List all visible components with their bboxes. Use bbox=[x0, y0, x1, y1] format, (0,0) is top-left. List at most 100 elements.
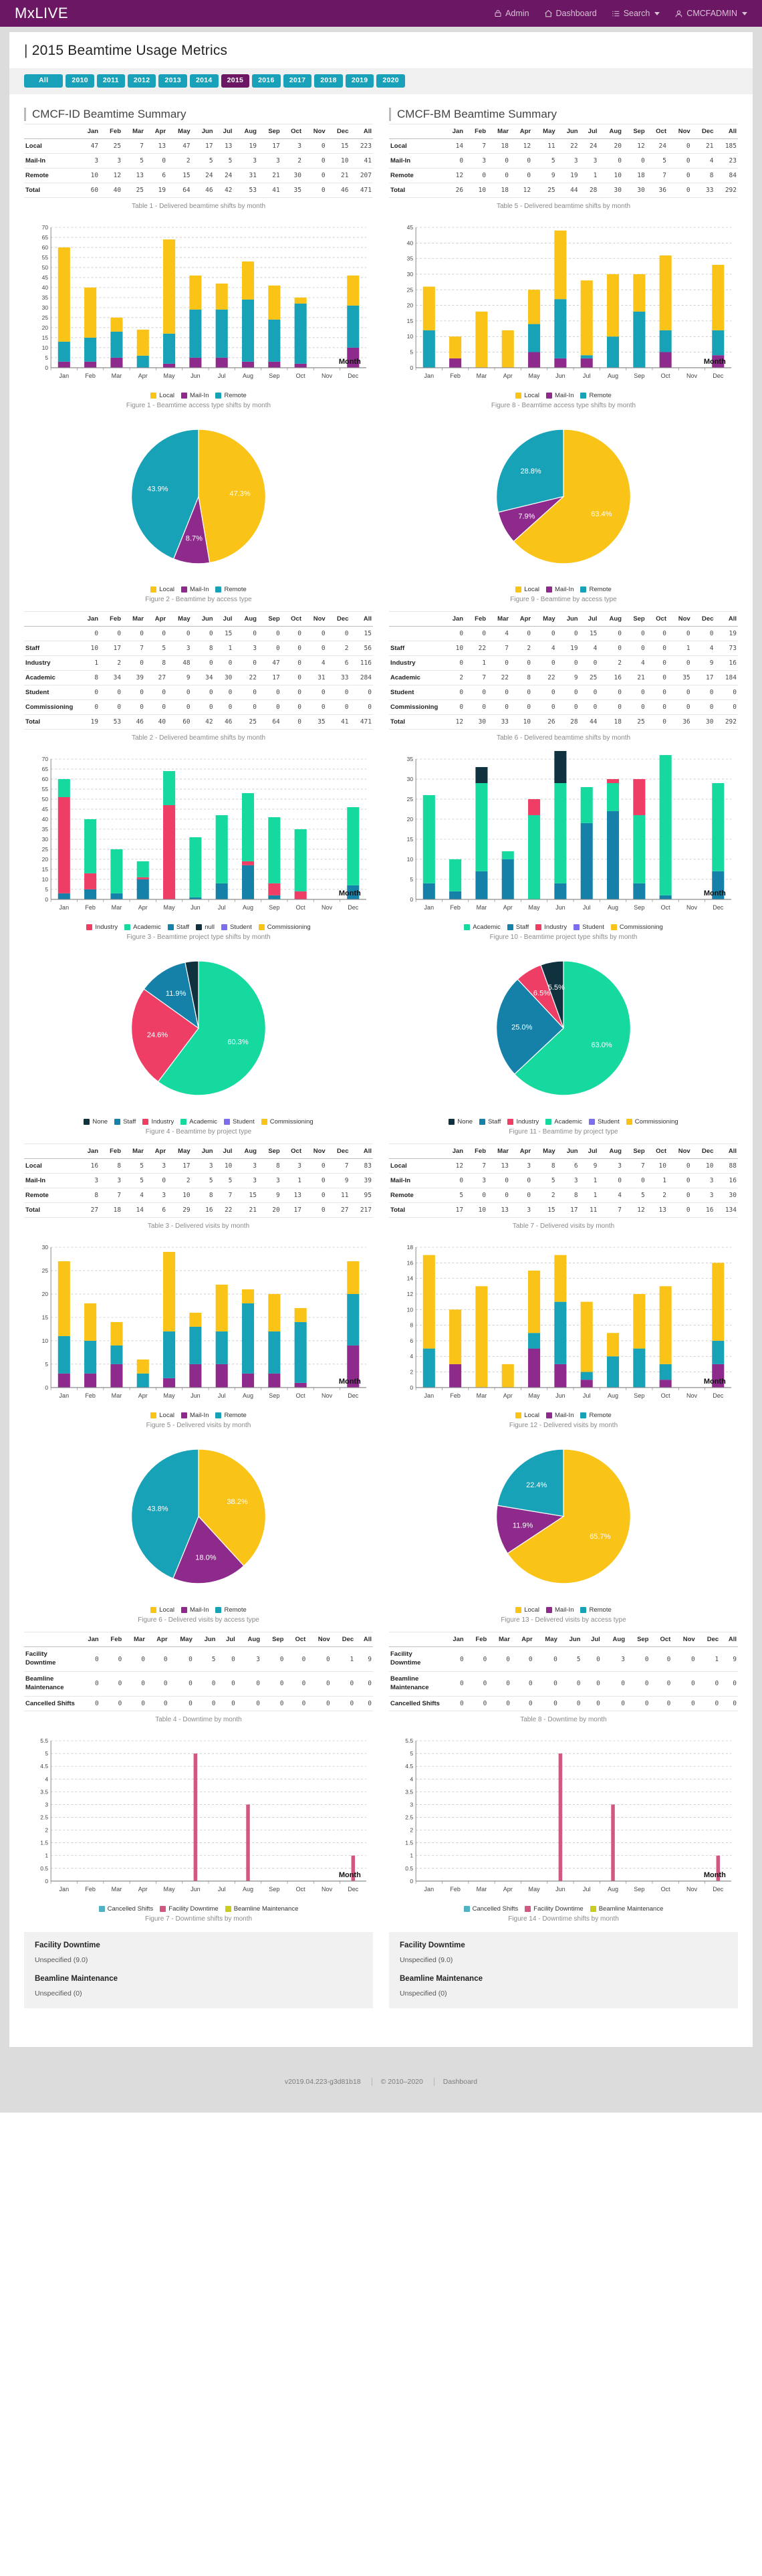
bar-segment-mail-in[interactable] bbox=[57, 361, 70, 368]
bar-segment-remote[interactable] bbox=[633, 311, 646, 368]
bar-segment-mail-in[interactable] bbox=[659, 1380, 672, 1388]
bar-segment-staff[interactable] bbox=[449, 891, 462, 900]
bar-segment-local[interactable] bbox=[554, 1255, 567, 1303]
bar-segment-remote[interactable] bbox=[84, 1341, 97, 1374]
bar-segment-academic[interactable] bbox=[659, 755, 672, 896]
bar-segment-mail-in[interactable] bbox=[580, 358, 593, 368]
legend-item-beamline-maintenance[interactable]: Beamline Maintenance bbox=[590, 1905, 663, 1913]
legend-item-mail-in[interactable]: Mail-In bbox=[545, 1412, 574, 1419]
bar-segment-local[interactable] bbox=[215, 1285, 228, 1332]
bar-segment-remote[interactable] bbox=[554, 1302, 567, 1365]
bar-segment-local[interactable] bbox=[475, 311, 488, 368]
bar-segment-local[interactable] bbox=[110, 1322, 123, 1346]
bar-segment-staff[interactable] bbox=[606, 811, 620, 900]
bar-segment-remote[interactable] bbox=[712, 1341, 725, 1365]
bar-segment-mail-in[interactable] bbox=[449, 358, 462, 368]
bar-segment-remote[interactable] bbox=[422, 1348, 435, 1388]
bar-segment-local[interactable] bbox=[712, 264, 725, 330]
legend-item-industry[interactable]: Industry bbox=[507, 1118, 539, 1125]
bar-segment-local[interactable] bbox=[449, 1309, 462, 1365]
year-filter-all[interactable]: All bbox=[24, 74, 64, 88]
bar-segment-remote[interactable] bbox=[422, 330, 435, 368]
bar-segment-remote[interactable] bbox=[241, 1303, 255, 1374]
bar-segment-mail-in[interactable] bbox=[294, 363, 307, 368]
legend-item-remote[interactable]: Remote bbox=[215, 1606, 247, 1614]
bar-segment-remote[interactable] bbox=[84, 337, 97, 362]
bar-segment-remote[interactable] bbox=[294, 303, 307, 364]
nav-item-admin[interactable]: Admin bbox=[494, 9, 529, 18]
legend-item-none[interactable]: None bbox=[449, 1118, 473, 1125]
bar-segment-mail-in[interactable] bbox=[84, 1374, 97, 1388]
year-filter-2013[interactable]: 2013 bbox=[158, 74, 187, 88]
nav-item-search[interactable]: Search bbox=[612, 9, 660, 18]
bar-segment-industry[interactable] bbox=[268, 883, 281, 896]
bar-segment-remote[interactable] bbox=[659, 330, 672, 352]
bar-segment-mail-in[interactable] bbox=[110, 357, 123, 368]
bar-segment-mail-in[interactable] bbox=[241, 361, 255, 368]
legend-item-commissioning[interactable]: Commissioning bbox=[610, 924, 663, 931]
bar-segment-local[interactable] bbox=[57, 247, 70, 342]
legend-item-mail-in[interactable]: Mail-In bbox=[545, 586, 574, 593]
bar-segment-remote[interactable] bbox=[528, 324, 541, 352]
legend-item-industry[interactable]: Industry bbox=[142, 1118, 174, 1125]
bar-segment-local[interactable] bbox=[580, 1302, 593, 1372]
bar-segment-local[interactable] bbox=[110, 317, 123, 332]
bar-segment-industry[interactable] bbox=[241, 861, 255, 866]
bar-segment-academic[interactable] bbox=[163, 771, 176, 806]
figure-1-chart[interactable]: 0 5 10 15 20 25 30 35 40 45 50 55 60 65 70 Jan Feb Mar Apr… bbox=[24, 219, 373, 399]
bar-segment-local[interactable] bbox=[241, 261, 255, 300]
bar-segment-remote[interactable] bbox=[241, 299, 255, 362]
bar-segment-remote[interactable] bbox=[554, 298, 567, 358]
bar-segment-academic[interactable] bbox=[712, 783, 725, 872]
bar-segment-remote[interactable] bbox=[347, 305, 360, 348]
footer-dashboard-link[interactable]: Dashboard bbox=[433, 2077, 487, 2086]
bar-segment-mail-in[interactable] bbox=[528, 1348, 541, 1388]
figure-10-chart[interactable]: 0 5 10 15 20 25 30 35 Jan Feb Mar Apr May Jun Jul Aug Se… bbox=[389, 751, 738, 931]
legend-item-staff[interactable]: Staff bbox=[507, 924, 529, 931]
bar-segment-academic[interactable] bbox=[501, 851, 514, 860]
bar-segment-industry[interactable] bbox=[633, 779, 646, 816]
bar-segment-industry[interactable] bbox=[294, 891, 307, 900]
bar-segment-local[interactable] bbox=[57, 1261, 70, 1337]
figure-7-chart[interactable]: 0 0.5 1 1.5 2 2.5 3 3.5 4 4.5 5 5.5 Jan Feb Mar Apr May J… bbox=[24, 1733, 373, 1913]
bar-segment-academic[interactable] bbox=[215, 815, 228, 884]
bar-segment-local[interactable] bbox=[294, 1308, 307, 1323]
bar-segment-academic[interactable] bbox=[606, 783, 620, 812]
legend-item-remote[interactable]: Remote bbox=[215, 392, 247, 399]
legend-item-null[interactable]: null bbox=[196, 924, 215, 931]
figure-2-chart[interactable]: 47.3% 8.7% 43.9% Local Mail-In Remote bbox=[24, 417, 373, 593]
bar-segment-local[interactable] bbox=[268, 285, 281, 320]
bar-segment-remote[interactable] bbox=[110, 331, 123, 358]
bar-segment-academic[interactable] bbox=[189, 837, 202, 898]
bar-segment-academic[interactable] bbox=[347, 807, 360, 886]
bar-segment-local[interactable] bbox=[189, 275, 202, 310]
bar-segment-local[interactable] bbox=[294, 297, 307, 304]
bar-segment-mail-in[interactable] bbox=[659, 352, 672, 368]
bar-segment-remote[interactable] bbox=[294, 1322, 307, 1384]
bar-segment-staff[interactable] bbox=[241, 865, 255, 900]
bar-segment-industry[interactable] bbox=[528, 799, 541, 816]
bar-segment-remote[interactable] bbox=[347, 1294, 360, 1346]
legend-item-local[interactable]: Local bbox=[150, 586, 174, 593]
bar-segment-mail-in[interactable] bbox=[268, 1374, 281, 1388]
bar-segment-local[interactable] bbox=[528, 289, 541, 324]
bar-segment-local[interactable] bbox=[633, 1294, 646, 1349]
bar-segment-local[interactable] bbox=[475, 1286, 488, 1388]
bar-segment-remote[interactable] bbox=[528, 1333, 541, 1349]
bar-segment-remote[interactable] bbox=[189, 1327, 202, 1365]
bar-segment-null[interactable] bbox=[554, 751, 567, 784]
bar-segment-academic[interactable] bbox=[268, 817, 281, 884]
bar-segment-staff[interactable] bbox=[136, 879, 149, 900]
bar-segment-remote[interactable] bbox=[136, 1374, 149, 1388]
bar-segment-academic[interactable] bbox=[241, 793, 255, 862]
bar-segment-local[interactable] bbox=[163, 239, 176, 334]
bar-segment-academic[interactable] bbox=[84, 819, 97, 874]
bar-segment-staff[interactable] bbox=[633, 883, 646, 900]
bar-segment-mail-in[interactable] bbox=[215, 357, 228, 368]
bar-segment-remote[interactable] bbox=[580, 1372, 593, 1380]
bar-segment-local[interactable] bbox=[268, 1294, 281, 1332]
bar-segment-remote[interactable] bbox=[268, 1331, 281, 1374]
bar-segment-remote[interactable] bbox=[57, 341, 70, 362]
bar-segment-local[interactable] bbox=[241, 1289, 255, 1304]
year-filter-2017[interactable]: 2017 bbox=[283, 74, 312, 88]
